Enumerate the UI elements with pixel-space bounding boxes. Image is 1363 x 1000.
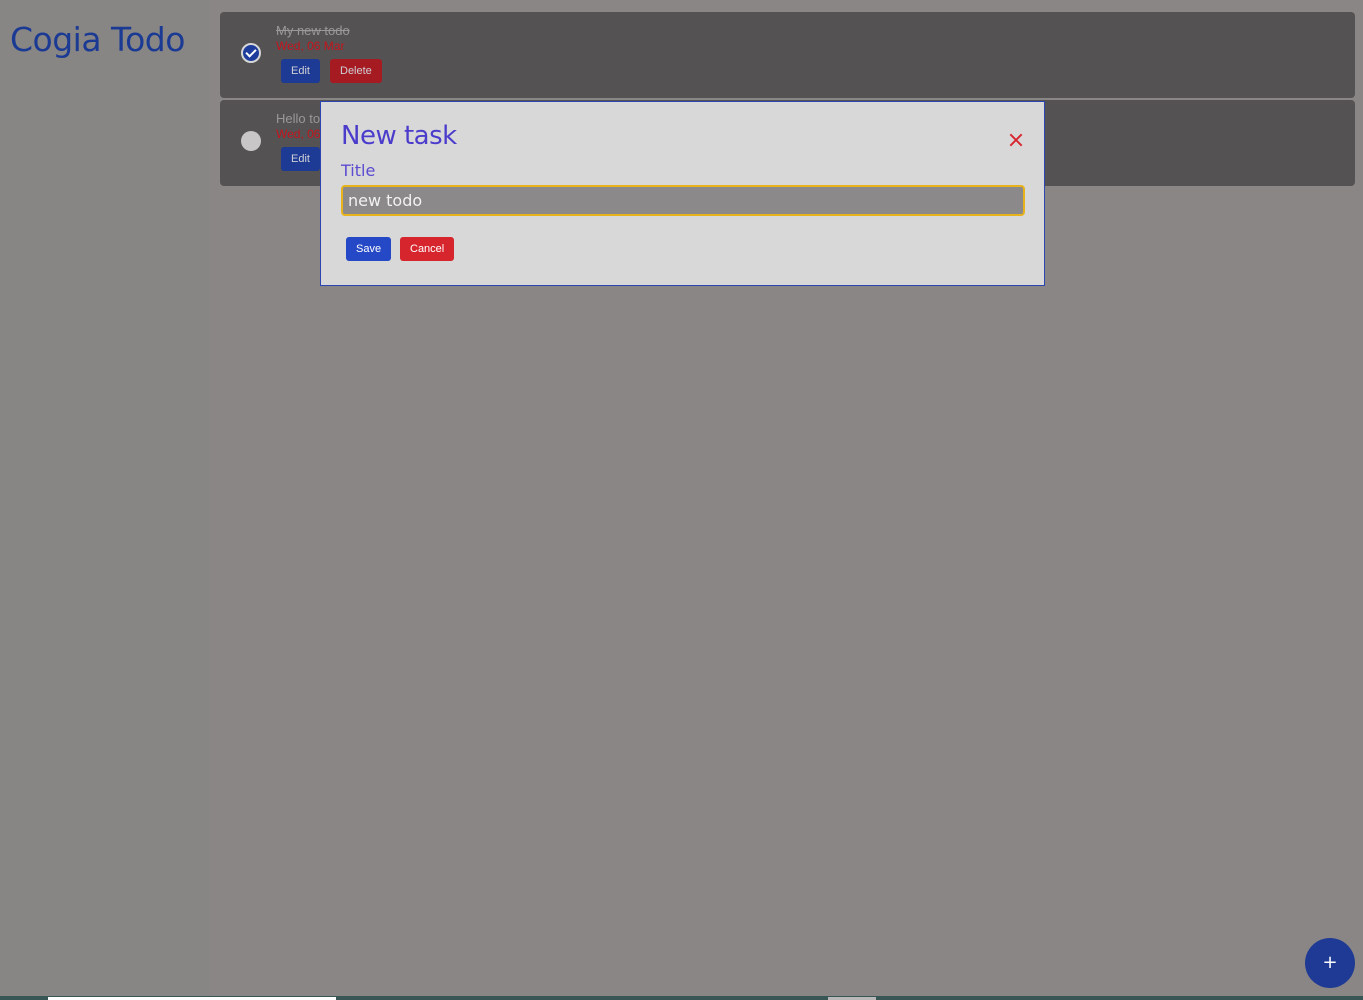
todo-date: Wed, 06: [276, 127, 321, 141]
title-field-label: Title: [341, 161, 376, 180]
todo-checkbox-checked-icon[interactable]: [241, 43, 261, 63]
edit-button[interactable]: Edit: [281, 147, 320, 171]
delete-button[interactable]: Delete: [330, 59, 382, 83]
new-task-dialog: New task Title Save Cancel: [320, 101, 1045, 286]
todo-checkbox-icon[interactable]: [241, 131, 261, 151]
sidebar: Cogia Todo: [0, 0, 210, 1000]
app-title: Cogia Todo: [10, 20, 185, 59]
todo-date: Wed, 06 Mar: [276, 39, 345, 53]
todo-title: Hello to: [276, 111, 321, 126]
todo-title: My new todo: [276, 23, 350, 38]
dialog-title: New task: [341, 121, 457, 151]
cancel-button[interactable]: Cancel: [400, 237, 455, 261]
todo-item: My new todo Wed, 06 Mar Edit Delete: [220, 12, 1355, 98]
edit-button[interactable]: Edit: [281, 59, 320, 83]
close-icon[interactable]: [1005, 129, 1027, 151]
add-task-button[interactable]: +: [1305, 938, 1355, 988]
save-button[interactable]: Save: [346, 237, 392, 261]
title-input[interactable]: [341, 185, 1025, 216]
